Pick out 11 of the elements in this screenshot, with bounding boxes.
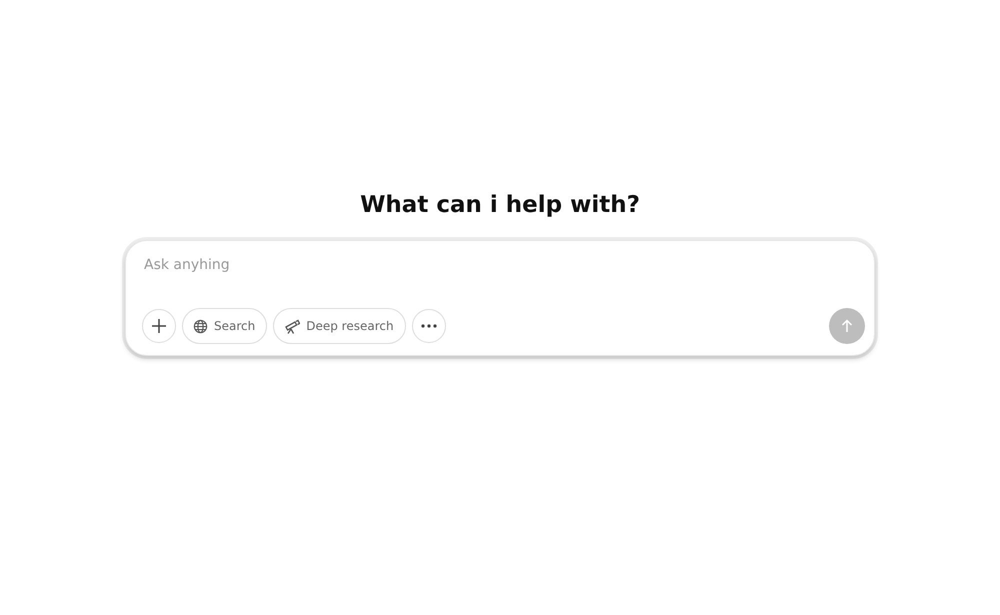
- more-icon: [420, 324, 437, 328]
- globe-icon: [193, 318, 208, 334]
- more-button[interactable]: [412, 309, 446, 343]
- deep-research-button[interactable]: Deep research: [273, 308, 406, 344]
- plus-icon: [151, 318, 167, 334]
- prompt-input-field[interactable]: Ask anyhing: [142, 255, 546, 275]
- telescope-icon: [284, 318, 300, 334]
- search-button[interactable]: Search: [182, 308, 268, 344]
- add-button[interactable]: [142, 309, 176, 343]
- page-heading: What can i help with?: [360, 191, 640, 220]
- arrow-up-icon: [841, 319, 853, 333]
